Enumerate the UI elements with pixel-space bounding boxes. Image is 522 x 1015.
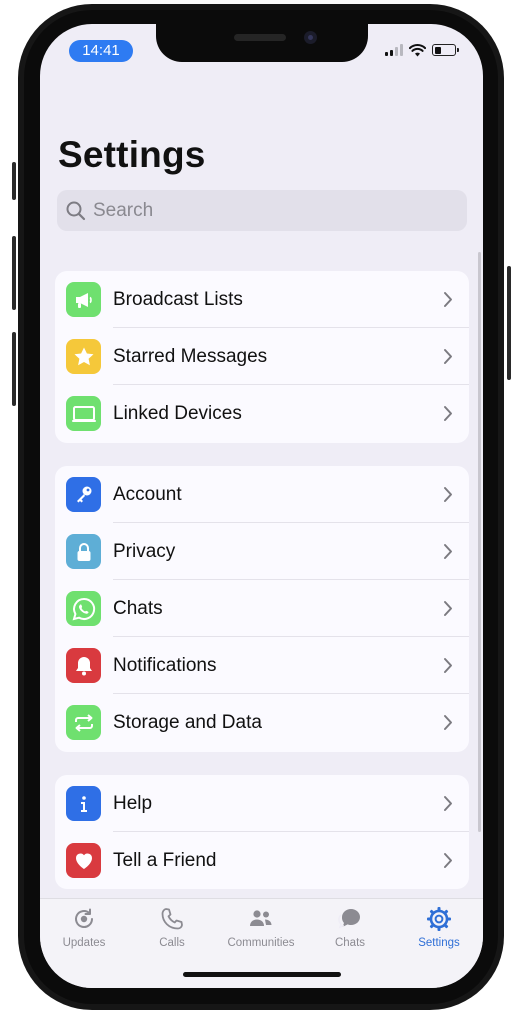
- row-label: Tell a Friend: [113, 849, 217, 871]
- speaker: [234, 34, 286, 41]
- wifi-icon: [409, 43, 426, 56]
- status-indicators: [385, 42, 459, 58]
- row-label: Linked Devices: [113, 402, 242, 424]
- chevron-right-icon: [444, 349, 452, 364]
- screen: 14:41 Settings Search Broadcast Lists St…: [40, 24, 483, 988]
- chevron-right-icon: [444, 658, 452, 673]
- chevron-right-icon: [444, 601, 452, 616]
- tab-label: Settings: [418, 937, 460, 949]
- status-time: 14:41: [69, 40, 133, 62]
- row-starred-messages[interactable]: Starred Messages: [55, 328, 469, 385]
- row-help[interactable]: Help: [55, 775, 469, 832]
- updates-icon: [75, 908, 93, 928]
- tab-settings[interactable]: Settings: [395, 905, 483, 949]
- row-label: Privacy: [113, 540, 176, 562]
- tab-label: Communities: [227, 937, 295, 949]
- search-input[interactable]: Search: [57, 190, 467, 231]
- row-broadcast-lists[interactable]: Broadcast Lists: [55, 271, 469, 328]
- search-icon: [66, 201, 86, 220]
- row-label: Starred Messages: [113, 345, 268, 367]
- chevron-right-icon: [444, 292, 452, 307]
- page-title: Settings: [58, 134, 206, 175]
- row-linked-devices[interactable]: Linked Devices: [55, 385, 469, 442]
- power-button: [507, 266, 511, 380]
- row-chats[interactable]: Chats: [55, 580, 469, 637]
- heart-icon: [66, 843, 101, 878]
- sync-arrows-icon: [66, 705, 101, 740]
- tab-label: Chats: [334, 937, 366, 949]
- gear-icon: [427, 907, 451, 931]
- key-icon: [66, 477, 101, 512]
- home-indicator[interactable]: [183, 972, 341, 977]
- chevron-right-icon: [444, 487, 452, 502]
- chevron-right-icon: [444, 544, 452, 559]
- communities-icon: [250, 910, 272, 926]
- megaphone-icon: [66, 282, 101, 317]
- tab-updates[interactable]: Updates: [40, 905, 128, 949]
- row-notifications[interactable]: Notifications: [55, 637, 469, 694]
- settings-group-main: Account Privacy Chats Notifications Stor…: [55, 466, 469, 752]
- volume-down-button: [12, 332, 16, 406]
- search-placeholder: Search: [93, 199, 154, 221]
- row-label: Account: [113, 483, 182, 505]
- volume-up-button: [12, 236, 16, 310]
- row-privacy[interactable]: Privacy: [55, 523, 469, 580]
- notch: [156, 24, 368, 62]
- chevron-right-icon: [444, 853, 452, 868]
- row-label: Help: [113, 792, 153, 814]
- silent-switch: [12, 162, 16, 200]
- chevron-right-icon: [444, 715, 452, 730]
- tab-label: Calls: [159, 937, 185, 949]
- row-label: Chats: [113, 597, 163, 619]
- row-tell-a-friend[interactable]: Tell a Friend: [55, 832, 469, 889]
- row-storage-and-data[interactable]: Storage and Data: [55, 694, 469, 751]
- chevron-right-icon: [444, 796, 452, 811]
- battery-icon: [432, 44, 459, 56]
- tab-label: Updates: [62, 937, 106, 949]
- star-icon: [66, 339, 101, 374]
- settings-group-tools: Broadcast Lists Starred Messages Linked …: [55, 271, 469, 443]
- tab-calls[interactable]: Calls: [128, 905, 216, 949]
- settings-group-support: Help Tell a Friend: [55, 775, 469, 889]
- lock-icon: [66, 534, 101, 569]
- row-account[interactable]: Account: [55, 466, 469, 523]
- chevron-right-icon: [444, 406, 452, 421]
- chats-bubble-icon: [338, 909, 360, 929]
- cellular-signal-icon: [385, 44, 403, 56]
- row-label: Storage and Data: [113, 711, 262, 733]
- whatsapp-icon: [66, 591, 101, 626]
- bell-icon: [66, 648, 101, 683]
- tab-chats[interactable]: Chats: [306, 905, 394, 949]
- info-icon: [66, 786, 101, 821]
- tab-communities[interactable]: Communities: [217, 905, 305, 949]
- phone-icon: [161, 908, 183, 930]
- scrollbar[interactable]: [478, 252, 481, 832]
- laptop-icon: [66, 396, 101, 431]
- row-label: Broadcast Lists: [113, 288, 243, 310]
- row-label: Notifications: [113, 654, 217, 676]
- front-camera: [304, 31, 317, 44]
